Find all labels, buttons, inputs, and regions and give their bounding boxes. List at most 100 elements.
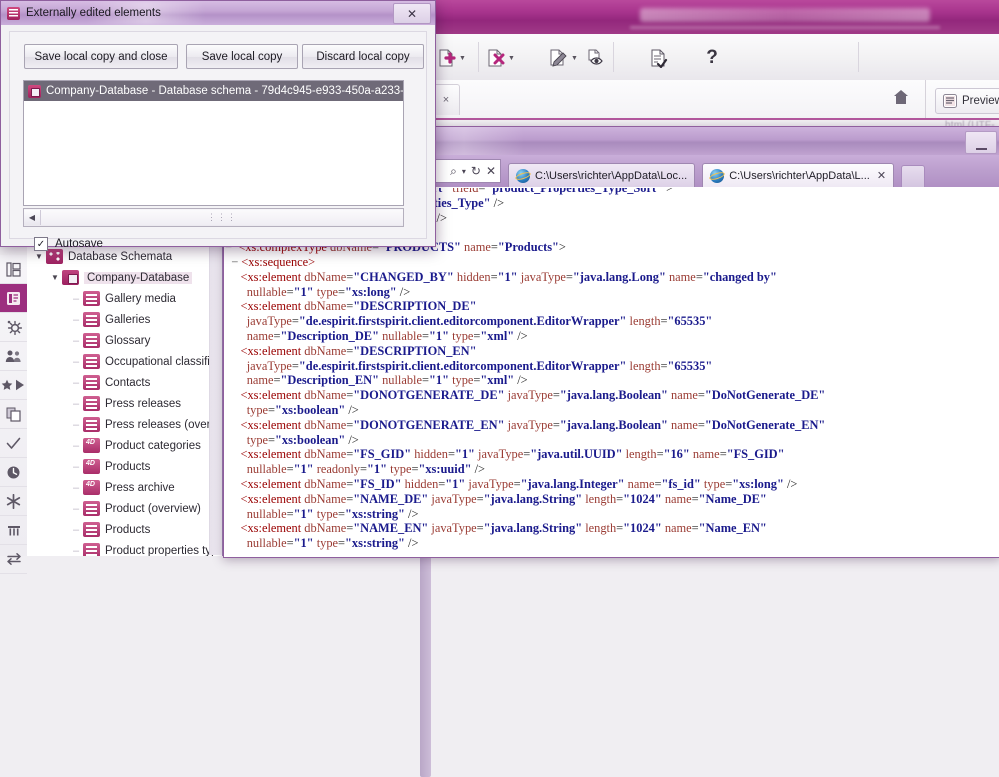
scrollbar-thumb[interactable]: ⋮⋮⋮ bbox=[41, 210, 403, 225]
tree-node-item[interactable]: – Product properties typ bbox=[27, 540, 223, 556]
tree-node-item[interactable]: – Gallery media bbox=[27, 288, 223, 309]
xml-line: − <xs:sequence> bbox=[231, 254, 316, 269]
table-icon bbox=[83, 312, 100, 327]
database-schemata-tree[interactable]: ▼ Database Schemata ▼ Company-Database –… bbox=[27, 246, 223, 556]
close-icon[interactable]: ✕ bbox=[877, 169, 886, 182]
tree-node-item[interactable]: – Press archive bbox=[27, 477, 223, 498]
dialog-close-button[interactable]: ✕ bbox=[393, 3, 431, 24]
rail-item-transfer[interactable] bbox=[0, 545, 27, 574]
tree-node-label: Database Schemata bbox=[68, 250, 173, 263]
table-icon bbox=[83, 396, 100, 411]
rail-item-archive[interactable] bbox=[0, 516, 27, 545]
rail-item-structure[interactable] bbox=[0, 255, 27, 284]
dialog-body: Save local copy and close Save local cop… bbox=[9, 31, 427, 251]
tree-node-item[interactable]: – Products bbox=[27, 519, 223, 540]
list-horizontal-scrollbar[interactable]: ◀ ⋮⋮⋮ bbox=[23, 208, 404, 227]
tree-node-item[interactable]: – Glossary bbox=[27, 330, 223, 351]
tree-node-label: Products bbox=[105, 523, 151, 536]
chevron-down-icon[interactable]: ▼ bbox=[32, 252, 46, 261]
tree-node-label: Product categories bbox=[105, 439, 201, 452]
table-icon bbox=[83, 522, 100, 537]
save-local-copy-button[interactable]: Save local copy bbox=[186, 44, 298, 69]
query-icon bbox=[83, 459, 100, 474]
tree-node-label: Contacts bbox=[105, 376, 151, 389]
scroll-left-arrow-icon[interactable]: ◀ bbox=[24, 210, 41, 225]
tree-node-item[interactable]: – Press releases (over bbox=[27, 414, 223, 435]
toolbar-separator-2 bbox=[613, 42, 614, 72]
xml-line: <xs:element dbName="DONOTGENERATE_DE" ja… bbox=[240, 388, 826, 403]
tree-connector: – bbox=[72, 523, 80, 536]
preview-tab[interactable]: Preview bbox=[935, 88, 999, 114]
tree-node-item[interactable]: – Product (overview) bbox=[27, 498, 223, 519]
autosave-checkbox-row[interactable]: ✓ Autosave bbox=[34, 237, 103, 251]
refresh-icon[interactable]: ↻ bbox=[470, 164, 482, 178]
rail-item-users[interactable] bbox=[0, 342, 27, 371]
rail-item-content[interactable] bbox=[0, 284, 27, 313]
browser-tab-1[interactable]: C:\Users\richter\AppData\Loc... bbox=[508, 163, 696, 187]
rail-item-copy[interactable] bbox=[0, 400, 27, 429]
help-button[interactable]: ? bbox=[702, 43, 722, 73]
tree-node-item[interactable]: – Occupational classific bbox=[27, 351, 223, 372]
tree-connector: – bbox=[72, 292, 80, 305]
rail-item-snowflake[interactable] bbox=[0, 487, 27, 516]
chevron-down-icon: ▼ bbox=[571, 54, 578, 62]
users-icon bbox=[5, 350, 21, 362]
browser-tab-2[interactable]: C:\Users\richter\AppData\L... ✕ bbox=[702, 163, 895, 187]
rail-item-release[interactable] bbox=[0, 429, 27, 458]
search-icon[interactable]: ⌕ bbox=[449, 164, 458, 179]
externally-edited-elements-dialog[interactable]: Externally edited elements ✕ Save local … bbox=[0, 0, 436, 251]
star-icon[interactable] bbox=[1, 379, 14, 391]
home-button[interactable] bbox=[892, 88, 912, 110]
snowflake-icon bbox=[6, 493, 21, 509]
xml-line: nullable="1" type="xs:long" /> bbox=[246, 284, 411, 299]
table-icon bbox=[83, 291, 100, 306]
preview-eye-icon bbox=[586, 48, 607, 68]
rail-item-favorites[interactable] bbox=[0, 371, 27, 400]
checklist-button[interactable] bbox=[648, 43, 668, 73]
rail-item-settings[interactable] bbox=[0, 313, 27, 342]
externally-edited-elements-list[interactable]: Company-Database - Database schema - 79d… bbox=[23, 80, 404, 206]
tree-scrollbar-thumb[interactable] bbox=[420, 547, 431, 777]
table-icon bbox=[83, 417, 100, 432]
save-local-copy-and-close-button[interactable]: Save local copy and close bbox=[24, 44, 178, 69]
new-element-button[interactable]: ▼ bbox=[436, 43, 466, 73]
autosave-checkbox[interactable]: ✓ bbox=[34, 237, 48, 251]
tree-node-item[interactable]: – Press releases bbox=[27, 393, 223, 414]
schemata-icon bbox=[46, 249, 63, 264]
xml-line: <xs:element dbName="DESCRIPTION_DE" bbox=[240, 299, 477, 314]
play-icon[interactable] bbox=[14, 379, 27, 391]
minimize-button[interactable] bbox=[965, 131, 997, 154]
home-icon bbox=[894, 90, 908, 104]
preview-eye-button[interactable] bbox=[586, 43, 607, 73]
tree-node-item[interactable]: – Contacts bbox=[27, 372, 223, 393]
tree-vertical-scrollbar[interactable] bbox=[209, 247, 431, 777]
query-icon bbox=[83, 480, 100, 495]
checkmark-icon: ✓ bbox=[36, 238, 46, 250]
discard-local-copy-button[interactable]: Discard local copy bbox=[302, 44, 424, 69]
chevron-down-icon[interactable]: ▼ bbox=[48, 273, 62, 282]
left-icon-rail bbox=[0, 255, 28, 574]
dialog-titlebar: Externally edited elements ✕ bbox=[1, 1, 435, 25]
tree-node-item[interactable]: – Product categories bbox=[27, 435, 223, 456]
gear-icon bbox=[7, 320, 22, 335]
checklist-icon bbox=[648, 48, 668, 68]
tree-node-company-database[interactable]: ▼ Company-Database bbox=[27, 267, 223, 288]
delete-element-button[interactable]: ▼ bbox=[485, 43, 515, 73]
clock-icon bbox=[7, 466, 20, 478]
dialog-title: Externally edited elements bbox=[26, 7, 161, 19]
delete-element-icon bbox=[485, 48, 505, 68]
stop-icon[interactable]: ✕ bbox=[485, 164, 497, 178]
preview-tab-icon bbox=[943, 94, 957, 108]
edit-element-button[interactable]: ▼ bbox=[548, 43, 578, 73]
tree-node-item[interactable]: – Galleries bbox=[27, 309, 223, 330]
chevron-down-icon[interactable]: ▾ bbox=[461, 167, 467, 176]
rail-item-history[interactable] bbox=[0, 458, 27, 487]
xml-line: <xs:element dbName="FS_GID" hidden="1" j… bbox=[240, 447, 785, 462]
new-tab-button[interactable] bbox=[901, 165, 926, 187]
content-icon bbox=[7, 291, 20, 305]
tree-node-label: Gallery media bbox=[105, 292, 176, 305]
list-item[interactable]: Company-Database - Database schema - 79d… bbox=[24, 81, 403, 101]
database-icon bbox=[62, 270, 79, 285]
editor-tab-close-button[interactable]: × bbox=[432, 84, 460, 115]
tree-node-item[interactable]: – Products bbox=[27, 456, 223, 477]
